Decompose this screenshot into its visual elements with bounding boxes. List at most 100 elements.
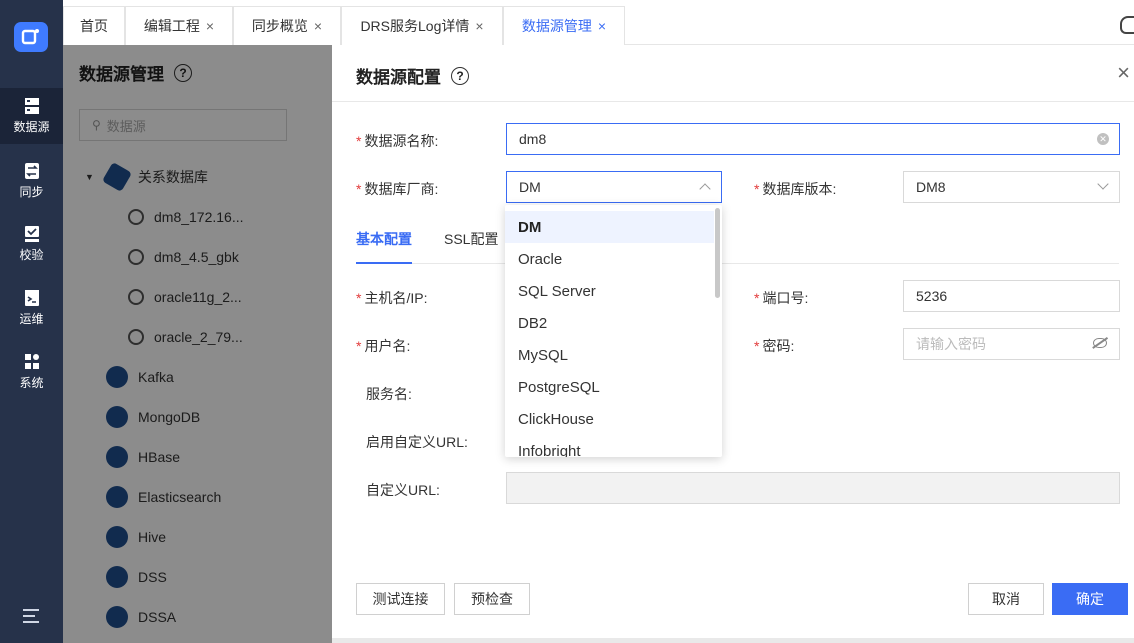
dropdown-option-clickhouse[interactable]: ClickHouse — [505, 403, 714, 435]
vendor-select[interactable]: DM — [506, 171, 722, 203]
tab-datasource-manage[interactable]: 数据源管理 × — [503, 6, 625, 45]
config-subtabs: 基本配置 SSL配置 — [356, 229, 1119, 264]
password-input[interactable]: 请输入密码 — [903, 328, 1120, 360]
input-value: dm8 — [519, 131, 547, 147]
nav-label: 校验 — [19, 248, 44, 262]
terminal-icon — [24, 290, 39, 306]
tab-label: 同步概览 — [251, 18, 308, 34]
tab-drs-log[interactable]: DRS服务Log详情 × — [341, 6, 503, 45]
precheck-button[interactable]: 预检查 — [454, 583, 530, 615]
dropdown-scrollbar[interactable] — [715, 208, 720, 298]
option-label: PostgreSQL — [518, 378, 600, 396]
password-label: * 密码: — [754, 338, 795, 354]
database-icon — [24, 98, 39, 114]
version-select[interactable]: DM8 — [903, 171, 1120, 203]
close-icon[interactable]: × — [598, 18, 606, 34]
eye-off-icon[interactable] — [1093, 338, 1107, 348]
option-label: MySQL — [518, 346, 569, 364]
label-text: 服务名: — [366, 386, 412, 402]
version-label: * 数据库版本: — [754, 181, 837, 197]
modal-mask[interactable] — [63, 45, 333, 643]
menu-collapse-icon[interactable] — [21, 606, 41, 626]
tab-sync-overview[interactable]: 同步概览 × — [233, 6, 341, 45]
close-icon[interactable]: × — [314, 18, 322, 34]
nav-label: 运维 — [19, 312, 44, 326]
input-value: 5236 — [916, 288, 948, 304]
label-text: 启用自定义URL: — [366, 434, 468, 450]
nav-label: 数据源 — [13, 120, 50, 134]
close-icon[interactable]: × — [206, 18, 214, 34]
test-connection-button[interactable]: 测试连接 — [356, 583, 445, 615]
subtab-basic[interactable]: 基本配置 — [356, 229, 412, 264]
dropdown-option-dm[interactable]: DM — [505, 211, 714, 243]
cancel-button[interactable]: 取消 — [968, 583, 1044, 615]
input-placeholder: 请输入密码 — [916, 336, 986, 352]
datasource-name-input[interactable]: dm8 ✕ — [506, 123, 1120, 155]
name-label: * 数据源名称: — [356, 133, 439, 149]
tab-label: 编辑工程 — [143, 18, 200, 34]
dropdown-option-postgresql[interactable]: PostgreSQL — [505, 371, 714, 403]
check-icon — [24, 226, 39, 242]
custom-url-input[interactable] — [506, 472, 1120, 504]
drawer-title-text: 数据源配置 — [356, 68, 441, 87]
subtab-label: 基本配置 — [356, 231, 412, 247]
select-value: DM8 — [916, 179, 946, 195]
clear-icon[interactable]: ✕ — [1097, 133, 1109, 145]
close-icon[interactable]: × — [475, 18, 483, 34]
label-text: 数据库版本: — [762, 181, 837, 197]
drawer-title: 数据源配置 ? — [356, 63, 469, 88]
nav-item-ops[interactable]: 运维 — [0, 280, 63, 336]
label-text: 数据库厂商: — [364, 181, 439, 197]
option-label: ClickHouse — [518, 410, 594, 428]
nav-label: 系统 — [19, 376, 44, 390]
nav-item-datasource[interactable]: 数据源 — [0, 88, 63, 144]
option-label: Oracle — [518, 250, 563, 268]
service-label: 服务名: — [366, 384, 412, 404]
dropdown-option-infobright[interactable]: Infobright — [505, 435, 714, 458]
close-icon[interactable]: × — [1117, 62, 1130, 84]
label-text: 自定义URL: — [366, 482, 440, 498]
label-text: 数据源名称: — [364, 133, 439, 149]
tab-home[interactable]: 首页 — [63, 6, 125, 45]
label-text: 用户名: — [364, 338, 411, 354]
button-label: 测试连接 — [372, 591, 429, 607]
nav-item-sync[interactable]: 同步 — [0, 153, 63, 209]
label-text: 端口号: — [762, 290, 809, 306]
chevron-up-icon — [699, 183, 711, 195]
tab-label: 首页 — [80, 18, 108, 34]
button-label: 预检查 — [471, 591, 513, 607]
tab-edit-project[interactable]: 编辑工程 × — [125, 6, 233, 45]
option-label: Infobright — [518, 442, 581, 458]
dropdown-option-mysql[interactable]: MySQL — [505, 339, 714, 371]
dropdown-option-oracle[interactable]: Oracle — [505, 243, 714, 275]
option-label: DB2 — [518, 314, 548, 332]
user-label: * 用户名: — [356, 338, 411, 354]
notification-bell-icon[interactable] — [1120, 16, 1134, 34]
help-icon[interactable]: ? — [451, 66, 469, 85]
system-icon — [24, 354, 39, 369]
button-label: 取消 — [992, 591, 1020, 607]
subtab-ssl[interactable]: SSL配置 — [444, 229, 504, 264]
nav-label: 同步 — [19, 185, 44, 199]
datasource-config-drawer: 数据源配置 ? × * 数据源名称: dm8 ✕ * 数据库厂商: DM * 数据库版… — [332, 45, 1134, 643]
nav-item-system[interactable]: 系统 — [0, 344, 63, 400]
port-input[interactable]: 5236 — [903, 280, 1120, 312]
horizontal-scrollbar[interactable] — [332, 638, 1134, 643]
sync-icon — [24, 163, 39, 179]
app-logo-icon[interactable] — [14, 22, 48, 52]
dropdown-option-db2[interactable]: DB2 — [505, 307, 714, 339]
vendor-dropdown-menu: DM Oracle SQL Server DB2 MySQL PostgreSQ… — [505, 205, 722, 457]
confirm-button[interactable]: 确定 — [1052, 583, 1128, 615]
option-label: DM — [518, 218, 542, 236]
app-root: 数据源 同步 校验 运维 系统 首页 编辑工程 × 同步概览 × DRS服务Log详… — [0, 0, 1134, 643]
drawer-header: 数据源配置 ? × — [332, 45, 1134, 102]
nav-item-check[interactable]: 校验 — [0, 216, 63, 272]
port-label: * 端口号: — [754, 290, 809, 306]
button-label: 确定 — [1076, 591, 1104, 607]
host-label: * 主机名/IP: — [356, 290, 428, 306]
select-value: DM — [519, 179, 541, 195]
dropdown-option-sqlserver[interactable]: SQL Server — [505, 275, 714, 307]
tab-bar: 首页 编辑工程 × 同步概览 × DRS服务Log详情 × 数据源管理 × — [63, 0, 1134, 45]
subtab-label: SSL配置 — [444, 231, 499, 247]
enable-url-label: 启用自定义URL: — [366, 432, 468, 452]
